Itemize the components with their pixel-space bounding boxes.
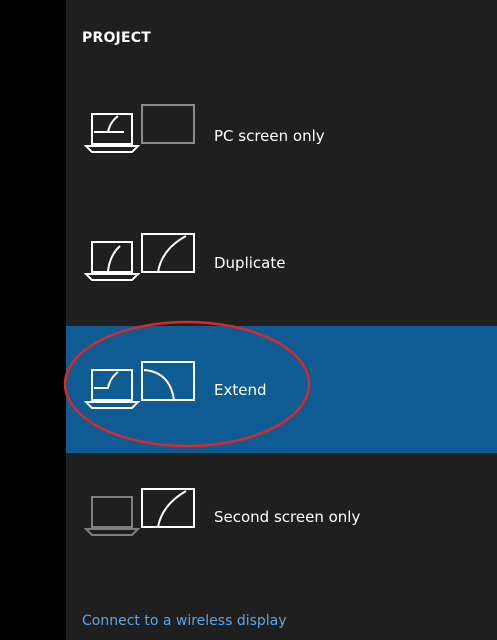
option-label: Second screen only [214,507,361,526]
desktop-edge [0,0,66,640]
option-pc-screen-only[interactable]: PC screen only [66,72,497,199]
option-duplicate[interactable]: Duplicate [66,199,497,326]
extend-icon [84,326,204,453]
option-label: PC screen only [214,126,325,145]
project-panel: PROJECT PC screen only Duplicate Extend … [66,0,497,640]
connect-wireless-display-link[interactable]: Connect to a wireless display [82,613,287,629]
option-label: Extend [214,380,267,399]
option-second-screen-only[interactable]: Second screen only [66,453,497,580]
duplicate-icon [84,199,204,326]
option-extend[interactable]: Extend [66,326,497,453]
option-label: Duplicate [214,253,286,272]
pc-screen-only-icon [84,72,204,199]
second-screen-only-icon [84,453,204,580]
panel-title: PROJECT [82,30,151,46]
